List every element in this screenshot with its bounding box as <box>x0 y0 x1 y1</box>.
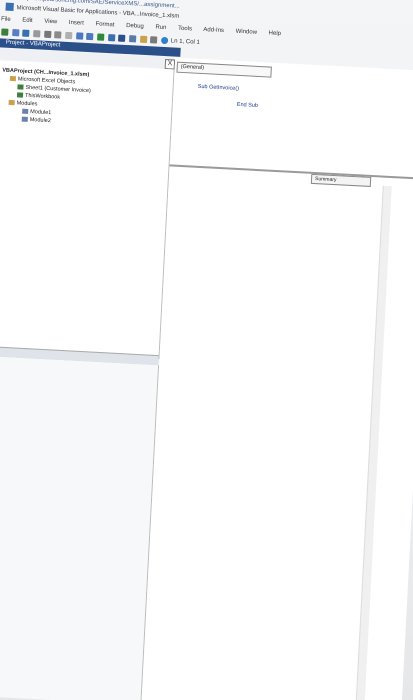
vba-app-icon <box>5 3 14 12</box>
module-icon <box>22 108 29 114</box>
folder-icon <box>9 75 17 82</box>
menu-file[interactable]: File <box>1 16 11 22</box>
run-icon[interactable] <box>97 33 105 41</box>
code-text[interactable]: Sub GetInvoice() End Sub <box>197 81 259 112</box>
worksheet-icon <box>17 84 24 90</box>
module-icon <box>21 116 28 122</box>
cut-icon[interactable] <box>33 30 41 38</box>
menu-tools[interactable]: Tools <box>178 26 192 33</box>
reset-icon[interactable] <box>118 34 126 42</box>
insert-module-icon[interactable] <box>11 28 20 37</box>
help-icon[interactable] <box>161 36 169 45</box>
undo-icon[interactable] <box>75 32 84 40</box>
screen-photo: https://...pearsoncmg.com/SAE/ServiceXMS… <box>0 0 413 700</box>
redo-icon[interactable] <box>86 32 94 41</box>
menu-window[interactable]: Window <box>235 29 257 36</box>
menu-edit[interactable]: Edit <box>22 18 33 25</box>
cursor-position: Ln 1, Col 1 <box>170 38 200 46</box>
properties-icon[interactable] <box>150 36 158 44</box>
project-explorer-pane: VBAProject (CH...Invoice_1.xlsm) Microso… <box>0 60 175 360</box>
excel-view-icon[interactable] <box>1 28 9 36</box>
vba-editor-window: https://...pearsoncmg.com/SAE/ServiceXMS… <box>0 0 413 700</box>
copy-icon[interactable] <box>43 30 52 39</box>
menu-insert[interactable]: Insert <box>69 20 84 27</box>
project-tree: VBAProject (CH...Invoice_1.xlsm) Microso… <box>0 67 92 128</box>
menu-addins[interactable]: Add-Ins <box>203 27 224 34</box>
design-mode-icon[interactable] <box>129 35 137 43</box>
menu-run[interactable]: Run <box>155 24 166 31</box>
menu-format[interactable]: Format <box>95 21 114 28</box>
folder-icon <box>8 99 15 106</box>
properties-pane <box>0 355 160 700</box>
paste-icon[interactable] <box>54 31 62 39</box>
menu-help[interactable]: Help <box>268 30 281 37</box>
menu-debug[interactable]: Debug <box>126 23 144 30</box>
find-icon[interactable] <box>65 31 73 40</box>
project-explorer-icon[interactable] <box>139 35 148 44</box>
menu-view[interactable]: View <box>44 19 57 26</box>
break-icon[interactable] <box>107 34 116 42</box>
project-explorer-close-button[interactable]: X <box>164 59 176 70</box>
save-icon[interactable] <box>22 29 30 37</box>
workbook-icon <box>16 92 24 98</box>
